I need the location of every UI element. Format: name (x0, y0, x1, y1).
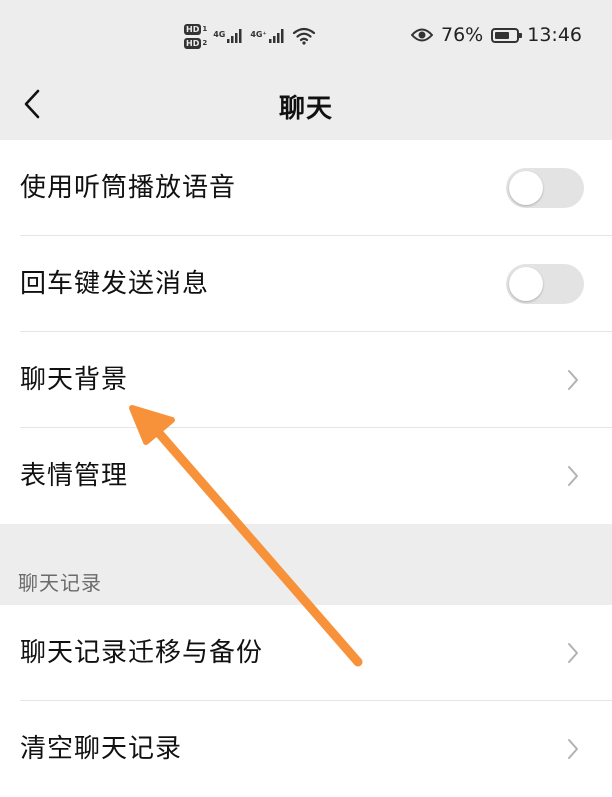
network-type-label: 4G⁺ (250, 30, 267, 39)
toggle-knob (509, 171, 543, 205)
battery-percent: 76% (441, 24, 484, 46)
network-status: HD 1 HD 2 4G 4G⁺ (184, 18, 316, 54)
setting-migrate-backup[interactable]: 聊天记录迁移与备份 (0, 605, 612, 701)
signal-icon (268, 29, 284, 43)
wifi-icon (292, 27, 315, 45)
chat-settings-group: 使用听筒播放语音 回车键发送消息 聊天背景 表情管理 (0, 140, 612, 524)
signal-icon (227, 29, 242, 43)
setting-label: 表情管理 (20, 461, 129, 491)
chevron-right-icon (568, 643, 578, 663)
earpiece-voice-toggle[interactable] (506, 168, 584, 208)
status-right: 76% 13:46 (411, 20, 582, 50)
toggle-knob (509, 267, 543, 301)
setting-label: 清空聊天记录 (20, 734, 183, 764)
setting-sticker-management[interactable]: 表情管理 (0, 428, 612, 524)
signal-1: 4G (213, 28, 244, 44)
setting-label: 聊天记录迁移与备份 (20, 638, 264, 668)
hd-badge-2: HD 2 (184, 37, 208, 49)
battery-icon (491, 27, 523, 43)
signal-2: 4G⁺ (250, 28, 285, 44)
battery-tip (519, 32, 523, 38)
battery-fill (495, 31, 510, 39)
hd-number: 2 (202, 39, 208, 47)
hd-number: 1 (202, 25, 208, 33)
chevron-right-icon (568, 370, 578, 390)
clock-time: 13:46 (527, 24, 582, 46)
hd-badge-1: HD 1 (184, 23, 208, 35)
status-bar: HD 1 HD 2 4G 4G⁺ 76% 13:46 (0, 0, 612, 70)
setting-label: 使用听筒播放语音 (20, 173, 237, 203)
chevron-right-icon (568, 739, 578, 759)
network-type-label: 4G (213, 30, 226, 39)
nav-bar: 聊天 (0, 70, 612, 140)
setting-earpiece-voice[interactable]: 使用听筒播放语音 (0, 140, 612, 236)
setting-label: 聊天背景 (20, 365, 129, 395)
section-header-chat-history: 聊天记录 (0, 525, 612, 605)
hd-badges: HD 1 HD 2 (184, 23, 208, 49)
setting-label: 回车键发送消息 (20, 269, 210, 299)
setting-enter-to-send[interactable]: 回车键发送消息 (0, 236, 612, 332)
setting-chat-background[interactable]: 聊天背景 (0, 332, 612, 428)
chevron-right-icon (568, 466, 578, 486)
hd-label: HD (184, 37, 202, 49)
section-title: 聊天记录 (18, 571, 102, 595)
enter-to-send-toggle[interactable] (506, 264, 584, 304)
page-title: 聊天 (278, 94, 333, 124)
hd-label: HD (184, 23, 202, 35)
setting-clear-history[interactable]: 清空聊天记录 (0, 701, 612, 797)
chat-history-group: 聊天记录迁移与备份 清空聊天记录 (0, 605, 612, 797)
eye-icon (411, 28, 433, 42)
